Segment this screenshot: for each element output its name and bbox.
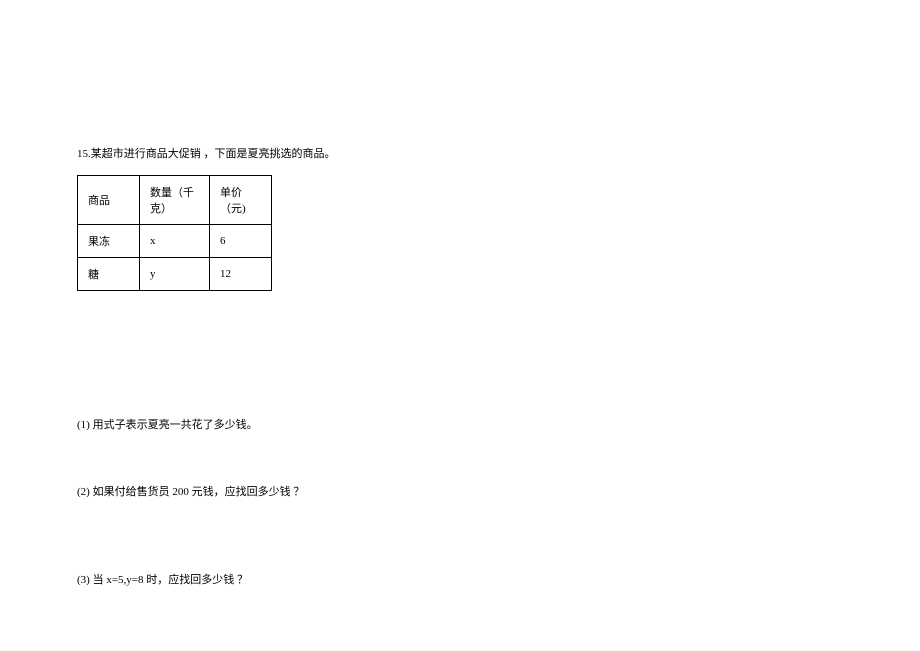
table-cell: 12 [210,257,272,290]
table-cell: 糖 [78,257,140,290]
table-header-quantity: 数量（千克） [140,175,210,224]
problem-number: 15. [77,148,91,160]
table-header-price: 单价（元) [210,175,272,224]
table-cell: y [140,257,210,290]
table-cell: 6 [210,224,272,257]
table-row: 商品 数量（千克） 单价（元) [78,175,272,224]
product-table: 商品 数量（千克） 单价（元) 果冻 x 6 糖 y 12 [77,175,272,291]
table-header-product: 商品 [78,175,140,224]
table-cell: x [140,224,210,257]
question-1: (1) 用式子表示夏亮一共花了多少钱。 [77,417,577,435]
table-row: 糖 y 12 [78,257,272,290]
question-3: (3) 当 x=5,y=8 时，应找回多少钱 ？ [77,572,577,590]
document-content: 15.某超市进行商品大促销 ，下面是夏亮挑选的商品。 商品 数量（千克） 单价（… [77,146,577,589]
question-2: (2) 如果付给售货员 200 元钱，应找回多少钱 ？ [77,484,577,502]
table-row: 果冻 x 6 [78,224,272,257]
problem-intro: 某超市进行商品大促销 ，下面是夏亮挑选的商品。 [91,148,336,160]
table-cell: 果冻 [78,224,140,257]
problem-title: 15.某超市进行商品大促销 ，下面是夏亮挑选的商品。 [77,146,577,163]
